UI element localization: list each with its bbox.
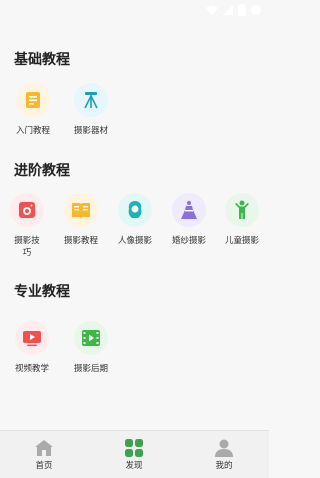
course-item-label: 摄影技巧	[14, 236, 40, 258]
battery-icon	[238, 4, 246, 16]
wifi-icon	[206, 5, 218, 15]
icon-badge	[118, 193, 152, 227]
book-icon	[72, 203, 90, 218]
tab-label: 发现	[125, 461, 143, 471]
course-item-techniques[interactable]: 摄影技巧	[1, 193, 53, 259]
signal-icon	[223, 5, 233, 15]
icon-badge	[15, 321, 49, 355]
course-item-tutorial[interactable]: 摄影教程	[55, 193, 107, 247]
status-bar	[0, 0, 269, 22]
course-item-equipment[interactable]: 摄影器材	[65, 83, 117, 137]
grid-icon	[125, 439, 143, 457]
icon-badge	[74, 321, 108, 355]
course-item-intro[interactable]: 入门教程	[7, 83, 59, 137]
course-item-post-processing[interactable]: 摄影后期	[65, 321, 117, 375]
course-item-label: 儿童摄影	[224, 236, 259, 246]
course-item-label: 婚纱摄影	[171, 236, 206, 246]
tab-label: 我的	[215, 461, 233, 471]
tripod-icon	[84, 92, 98, 109]
tab-home[interactable]: 首页	[14, 439, 74, 471]
icon-badge	[10, 193, 44, 227]
camera-icon	[19, 202, 35, 218]
user-icon	[215, 439, 233, 457]
course-item-portrait[interactable]: 人像摄影	[109, 193, 161, 247]
wedding-dress-icon	[181, 201, 197, 219]
bottom-tab-bar: 首页 发现 我的	[0, 430, 269, 478]
icon-badge	[64, 193, 98, 227]
tab-discover[interactable]: 发现	[104, 439, 164, 471]
icon-badge	[16, 83, 50, 117]
course-item-video[interactable]: 视频教学	[6, 321, 58, 375]
section-title-professional: 专业教程	[14, 284, 70, 300]
app-notification-icon	[251, 5, 261, 15]
document-icon	[26, 92, 40, 108]
video-play-icon	[23, 331, 41, 347]
portrait-icon	[128, 201, 142, 218]
home-icon	[35, 440, 53, 456]
film-strip-icon	[82, 330, 100, 346]
icon-badge	[225, 193, 259, 227]
icon-badge	[172, 193, 206, 227]
section-title-basic: 基础教程	[14, 52, 70, 68]
course-item-label: 入门教程	[15, 126, 50, 136]
course-item-label: 人像摄影	[117, 236, 152, 246]
child-icon	[235, 200, 249, 219]
course-item-label: 摄影后期	[73, 364, 108, 374]
icon-badge	[74, 83, 108, 117]
course-item-children[interactable]: 儿童摄影	[216, 193, 268, 247]
course-item-wedding[interactable]: 婚纱摄影	[163, 193, 215, 247]
course-item-label: 视频教学	[14, 364, 49, 374]
course-item-label: 摄影器材	[73, 126, 108, 136]
tab-label: 首页	[35, 461, 53, 471]
tab-profile[interactable]: 我的	[194, 439, 254, 471]
course-item-label: 摄影教程	[63, 236, 98, 246]
section-title-advanced: 进阶教程	[14, 163, 70, 179]
